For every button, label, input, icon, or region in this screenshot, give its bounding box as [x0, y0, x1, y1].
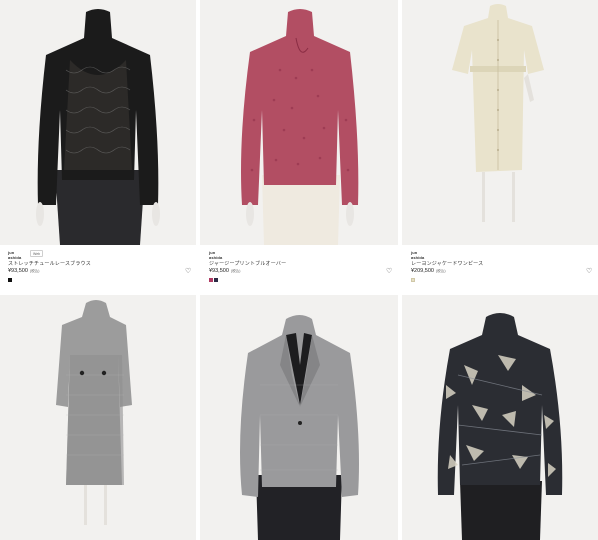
product-image-grey-dress[interactable]	[0, 295, 196, 540]
price-value: ¥93,500	[8, 268, 28, 274]
color-swatches	[411, 278, 415, 282]
color-swatches	[8, 278, 12, 282]
product-brand: jun ashida	[209, 250, 223, 260]
product-image-lace-blouse[interactable]	[0, 0, 196, 245]
product-name[interactable]: ストレッチチュールレースブラウス	[8, 260, 91, 267]
tax-note: (税込)	[435, 269, 446, 273]
color-swatches	[209, 278, 218, 282]
product-image-jersey-pullover[interactable]	[200, 0, 398, 245]
product-name[interactable]: レーヨンジャケードワンピース	[411, 260, 483, 267]
color-swatch-black[interactable]	[8, 278, 12, 282]
product-price: ¥93,500 (税込)	[209, 268, 240, 274]
web-badge: Web	[30, 250, 44, 257]
product-grid: jun ashida Web ストレッチチュールレースブラウス ¥93,500(…	[0, 0, 598, 540]
color-swatch-navy[interactable]	[214, 278, 218, 282]
tax-note: (税込)	[29, 269, 40, 273]
heart-outline-icon[interactable]: ♡	[586, 268, 592, 275]
product-price: ¥209,500 (税込)	[411, 268, 446, 274]
product-name[interactable]: ジャージープリントブルオーバー	[209, 260, 286, 267]
heart-outline-icon[interactable]: ♡	[185, 268, 191, 275]
heart-outline-icon[interactable]: ♡	[386, 268, 392, 275]
color-swatch-pink[interactable]	[209, 278, 213, 282]
price-value: ¥93,500	[209, 268, 229, 274]
product-image-tweed-jacket[interactable]	[200, 295, 398, 540]
product-image-rayon-dress[interactable]	[402, 0, 598, 245]
tax-note: (税込)	[230, 269, 241, 273]
product-price: ¥93,500 (税込)	[8, 268, 39, 274]
product-brand: jun ashida	[411, 250, 425, 260]
price-value: ¥209,500	[411, 268, 434, 274]
product-brand: jun ashida	[8, 250, 22, 260]
product-image-print-blouse[interactable]	[402, 295, 598, 540]
color-swatch-beige[interactable]	[411, 278, 415, 282]
